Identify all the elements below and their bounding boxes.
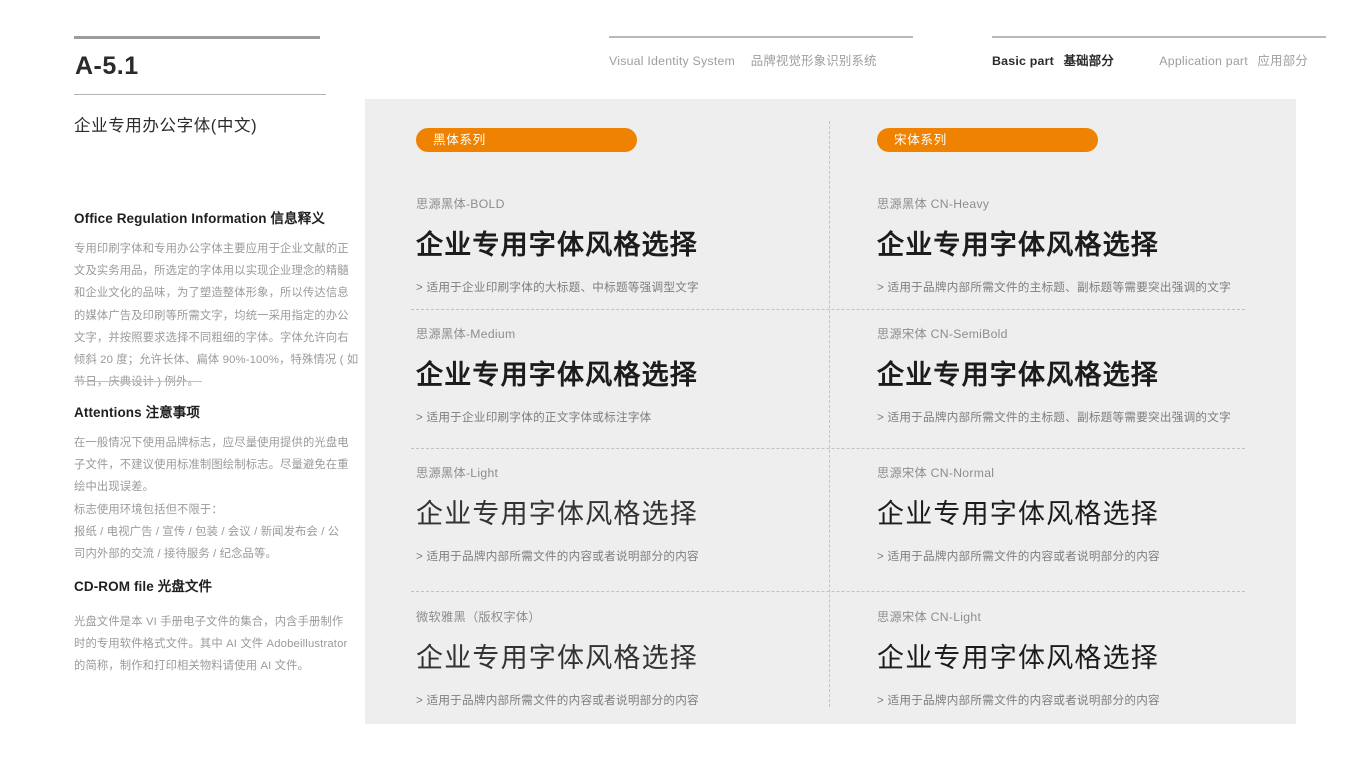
body-line: 报纸 / 电视广告 / 宣传 / 包装 / 会议 / 新闻发布会 / 公 <box>74 525 340 538</box>
font-name: 思源黑体 CN-Heavy <box>877 197 990 211</box>
header-item-label-en: Basic part <box>992 54 1054 68</box>
body-line: 的简称，制作和打印相关物料请使用 AI 文件。 <box>74 660 310 673</box>
font-usage-note: > 适用于品牌内部所需文件的主标题、副标题等需要突出强调的文字 <box>877 280 1231 294</box>
header-item-label-cn: 品牌视觉形象识别系统 <box>750 54 877 68</box>
section-heading-cn: 信息释义 <box>270 211 325 226</box>
font-specimen-cell: 思源黑体-BOLD 企业专用字体风格选择 > 适用于企业印刷字体的大标题、中标题… <box>416 197 836 295</box>
header-rule <box>992 36 1326 38</box>
body-line: 和企业文化的品味，为了塑造整体形象，所以传达信息 <box>74 287 349 300</box>
section-heading-en: Attentions <box>74 405 142 420</box>
section-heading-cn: 注意事项 <box>145 405 201 420</box>
font-specimen-cell: 思源宋体 CN-Light 企业专用字体风格选择 > 适用于品牌内部所需文件的内… <box>877 610 1297 708</box>
font-usage-note: > 适用于品牌内部所需文件的内容或者说明部分的内容 <box>877 693 1160 707</box>
font-specimen-cell: 思源黑体 CN-Heavy 企业专用字体风格选择 > 适用于品牌内部所需文件的主… <box>877 197 1297 295</box>
font-specimen-cell: 思源黑体-Light 企业专用字体风格选择 > 适用于品牌内部所需文件的内容或者… <box>416 466 836 564</box>
badge-songti-series: 宋体系列 <box>877 128 1098 152</box>
section-attentions: Attentions 注意事项 在一般情况下使用品牌标志，应尽量使用提供的光盘电… <box>74 404 349 566</box>
font-usage-note: > 适用于品牌内部所需文件的内容或者说明部分的内容 <box>877 549 1160 563</box>
row-divider <box>411 448 1245 449</box>
section-body: 在一般情况下使用品牌标志，应尽量使用提供的光盘电 子文件，不建议使用标准制图绘制… <box>74 432 349 566</box>
header-group-parts: Basic part 基础部分 Application part 应用部分 <box>992 36 1326 69</box>
body-line: 标志使用环境包括但不限于： <box>74 503 223 516</box>
sidebar-mid-rule <box>74 93 326 95</box>
font-sample: 企业专用字体风格选择 <box>877 642 1159 673</box>
font-sample: 企业专用字体风格选择 <box>416 359 698 390</box>
sidebar-top-rule <box>74 36 320 39</box>
page-title: 企业专用办公字体(中文) <box>74 116 258 135</box>
section-heading-en: Office Regulation Information <box>74 211 267 226</box>
header-item-basic-part[interactable]: Basic part 基础部分 <box>992 51 1114 69</box>
sidebar-divider <box>74 381 202 382</box>
body-line: 司内外部的交流 / 接待服务 / 纪念品等。 <box>74 548 277 561</box>
body-line: 节日，庆典设计 ) 例外。 <box>74 376 199 389</box>
font-sample: 企业专用字体风格选择 <box>416 229 698 260</box>
font-specimen-cell: 思源黑体-Medium 企业专用字体风格选择 > 适用于企业印刷字体的正文字体或… <box>416 327 836 425</box>
header-labels: Visual Identity System 品牌视觉形象识别系统 <box>609 51 913 69</box>
font-sample: 企业专用字体风格选择 <box>877 229 1159 260</box>
section-heading: CD-ROM file 光盘文件 <box>74 578 332 597</box>
section-heading: Attentions 注意事项 <box>74 404 332 423</box>
font-name: 思源黑体-Light <box>416 466 499 480</box>
font-sample: 企业专用字体风格选择 <box>877 359 1159 390</box>
font-usage-note: > 适用于品牌内部所需文件的内容或者说明部分的内容 <box>416 693 699 707</box>
font-usage-note: > 适用于企业印刷字体的大标题、中标题等强调型文字 <box>416 280 699 294</box>
font-name: 思源黑体-Medium <box>416 327 516 341</box>
section-office-regulation: Office Regulation Information 信息释义 专用印刷字… <box>74 210 359 394</box>
body-line: 文字，并按照要求选择不同粗细的字体。字体允许向右 <box>74 331 349 344</box>
font-usage-note: > 适用于品牌内部所需文件的主标题、副标题等需要突出强调的文字 <box>877 410 1231 424</box>
section-heading-cn: 光盘文件 <box>157 579 213 594</box>
font-sample: 企业专用字体风格选择 <box>877 498 1159 529</box>
body-line: 绘中出现误差。 <box>74 481 155 494</box>
font-name: 思源黑体-BOLD <box>416 197 505 211</box>
body-line: 的媒体广告及印刷等所需文字，均统一采用指定的办公 <box>74 309 349 322</box>
body-line: 在一般情况下使用品牌标志，应尽量使用提供的光盘电 <box>74 436 349 449</box>
font-sample: 企业专用字体风格选择 <box>416 498 698 529</box>
header-item-application-part[interactable]: Application part 应用部分 <box>1159 51 1308 69</box>
font-specimen-panel: 黑体系列 宋体系列 思源黑体-BOLD 企业专用字体风格选择 > 适用于企业印刷… <box>365 99 1296 724</box>
section-heading: Office Regulation Information 信息释义 <box>74 210 329 229</box>
body-line: 光盘文件是本 VI 手册电子文件的集合，内含手册制作 <box>74 615 344 628</box>
font-usage-note: > 适用于品牌内部所需文件的内容或者说明部分的内容 <box>416 549 699 563</box>
header-item-label-cn: 基础部分 <box>1063 54 1114 68</box>
body-line: 文及实务用品，所选定的字体用以实现企业理念的精髓 <box>74 265 349 278</box>
header-item-label-en: Application part <box>1159 54 1248 68</box>
font-usage-note: > 适用于企业印刷字体的正文字体或标注字体 <box>416 410 652 424</box>
body-line: 时的专用软件格式文件。其中 AI 文件 Adobeillustrator <box>74 638 348 651</box>
body-line: 专用印刷字体和专用办公字体主要应用于企业文献的正 <box>74 242 349 255</box>
header-rule <box>609 36 913 38</box>
section-body: 专用印刷字体和专用办公字体主要应用于企业文献的正 文及实务用品，所选定的字体用以… <box>74 238 359 394</box>
body-line: 倾斜 20 度；允许长体、扁体 90%-100%，特殊情况 ( 如 <box>74 354 359 367</box>
header-labels: Basic part 基础部分 Application part 应用部分 <box>992 51 1326 69</box>
font-name: 思源宋体 CN-Normal <box>877 466 995 480</box>
sidebar: A-5.1 企业专用办公字体(中文) <box>74 36 326 138</box>
font-sample: 企业专用字体风格选择 <box>416 642 698 673</box>
badge-heiti-series: 黑体系列 <box>416 128 637 152</box>
font-name: 思源宋体 CN-Light <box>877 610 982 624</box>
section-heading-en: CD-ROM file <box>74 579 154 594</box>
row-divider <box>411 591 1245 592</box>
font-name: 思源宋体 CN-SemiBold <box>877 327 1008 341</box>
section-body: 光盘文件是本 VI 手册电子文件的集合，内含手册制作 时的专用软件格式文件。其中… <box>74 611 348 678</box>
body-line: 子文件，不建议使用标准制图绘制标志。尽量避免在重 <box>74 459 349 472</box>
page-code: A-5.1 <box>75 52 139 80</box>
section-cdrom: CD-ROM file 光盘文件 光盘文件是本 VI 手册电子文件的集合，内含手… <box>74 578 348 678</box>
header-group-identity: Visual Identity System 品牌视觉形象识别系统 <box>609 36 913 69</box>
font-specimen-cell: 微软雅黑（版权字体） 企业专用字体风格选择 > 适用于品牌内部所需文件的内容或者… <box>416 610 836 708</box>
font-specimen-cell: 思源宋体 CN-SemiBold 企业专用字体风格选择 > 适用于品牌内部所需文… <box>877 327 1297 425</box>
font-specimen-cell: 思源宋体 CN-Normal 企业专用字体风格选择 > 适用于品牌内部所需文件的… <box>877 466 1297 564</box>
header-item-label-en: Visual Identity System <box>609 54 736 68</box>
font-name: 微软雅黑（版权字体） <box>416 610 541 624</box>
header-item-visual-identity-system[interactable]: Visual Identity System 品牌视觉形象识别系统 <box>609 51 877 69</box>
header-item-label-cn: 应用部分 <box>1257 54 1308 68</box>
row-divider <box>411 309 1245 310</box>
